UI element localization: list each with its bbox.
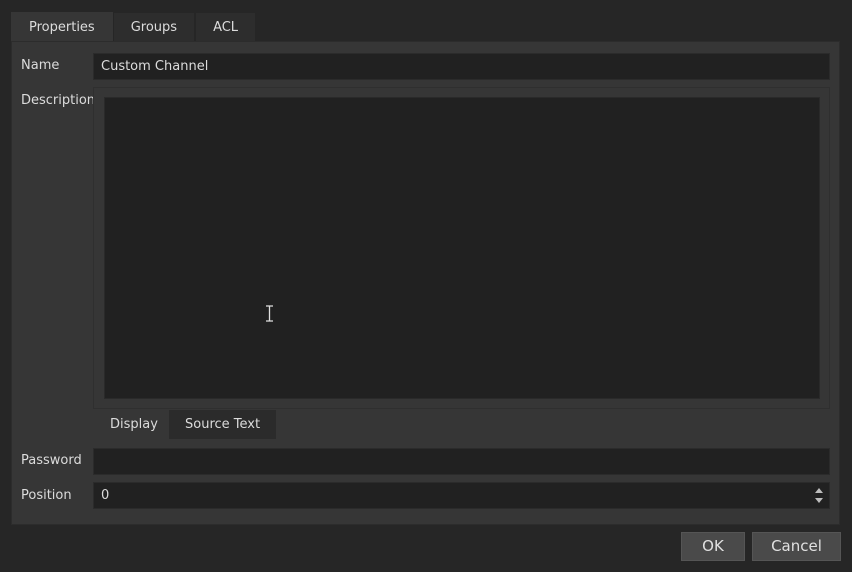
- tab-acl[interactable]: ACL: [195, 12, 257, 42]
- tab-display[interactable]: Display: [94, 410, 174, 439]
- name-label: Name: [21, 58, 60, 73]
- spin-arrows-icon[interactable]: [812, 485, 826, 506]
- name-input[interactable]: Custom Channel: [93, 53, 830, 80]
- description-textarea[interactable]: [104, 97, 820, 399]
- description-label: Description: [21, 93, 96, 108]
- password-label: Password: [21, 453, 82, 468]
- ok-button[interactable]: OK: [681, 532, 745, 561]
- tab-source-text[interactable]: Source Text: [169, 410, 277, 439]
- tab-bar: Properties Groups ACL: [11, 12, 257, 42]
- position-label: Position: [21, 488, 72, 503]
- password-input[interactable]: [93, 448, 830, 475]
- cancel-button[interactable]: Cancel: [752, 532, 841, 561]
- tab-groups[interactable]: Groups: [112, 12, 196, 42]
- position-spinbox[interactable]: 0: [93, 482, 830, 509]
- text-cursor-icon: [266, 305, 273, 322]
- tab-properties[interactable]: Properties: [11, 12, 113, 42]
